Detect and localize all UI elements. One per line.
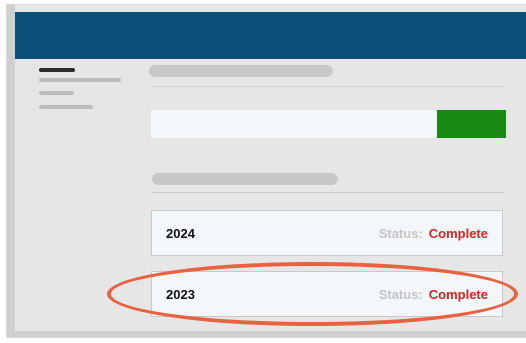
main-content: 2024 Status: Complete 2023 Status: Compl… (141, 59, 526, 331)
divider (151, 86, 505, 87)
sidebar-item-active[interactable] (39, 68, 75, 72)
sidebar-item[interactable] (39, 91, 74, 95)
window-left-border (7, 5, 15, 337)
sidebar-item[interactable] (39, 105, 93, 109)
status-label: Status: (378, 225, 423, 241)
record-card-2023[interactable]: 2023 Status: Complete (151, 271, 503, 317)
sidebar (15, 59, 125, 331)
divider (151, 192, 505, 193)
sidebar-item[interactable] (39, 78, 121, 82)
window-bottom-border (7, 331, 526, 337)
search-input[interactable] (151, 110, 437, 138)
record-status: Status: Complete (379, 226, 488, 241)
section-title-placeholder (149, 65, 333, 77)
search-bar (151, 110, 506, 138)
record-status: Status: Complete (379, 287, 488, 302)
section-title-placeholder (152, 173, 338, 185)
record-card-2024[interactable]: 2024 Status: Complete (151, 210, 503, 256)
app-window: 2024 Status: Complete 2023 Status: Compl… (7, 5, 526, 337)
record-year: 2024 (166, 225, 195, 241)
status-value: Complete (428, 286, 488, 302)
top-navigation-bar (15, 12, 526, 59)
record-year: 2023 (166, 286, 195, 302)
status-label: Status: (378, 286, 423, 302)
search-button[interactable] (437, 110, 506, 138)
status-value: Complete (428, 225, 488, 241)
